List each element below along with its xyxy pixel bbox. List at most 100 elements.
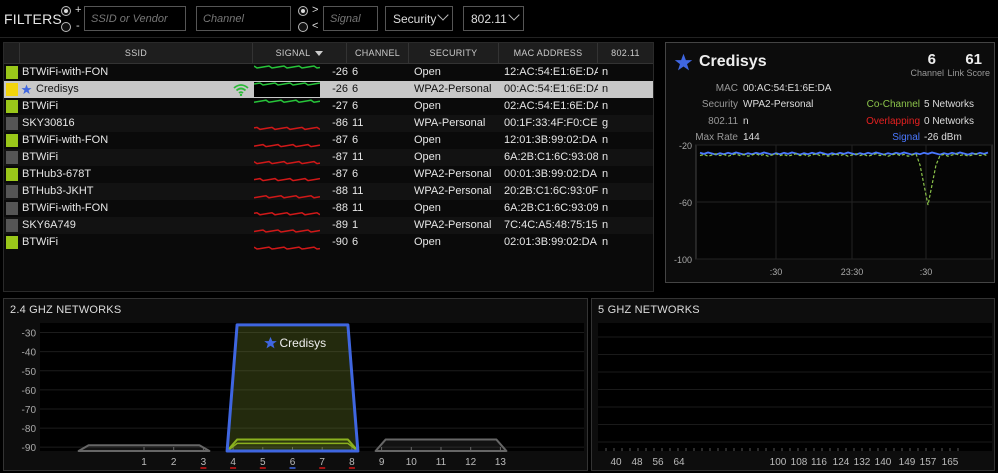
ssid-cell: SKY6A749 — [22, 219, 76, 231]
graph-x-tick: 23:30 — [841, 267, 864, 277]
signal-sparkline — [254, 126, 320, 131]
graph-x-tick: :30 — [920, 267, 933, 277]
mac-cell: 02:01:3B:99:02:DA — [504, 236, 597, 248]
mode-dropdown[interactable]: 802.11 — [463, 6, 524, 31]
network-table: SSID SIGNAL CHANNEL SECURITY MAC ADDRESS… — [3, 42, 654, 292]
mac-column-header[interactable]: MAC ADDRESS — [499, 43, 598, 64]
signal-cell: -26 — [332, 66, 348, 78]
channel-tick-label: 108 — [791, 457, 808, 468]
signal-header-label: SIGNAL — [275, 48, 311, 58]
table-row[interactable]: BTHub3-JKHT -88 11 WPA2-Personal 20:2B:C1:6C… — [4, 183, 653, 200]
table-row[interactable]: BTHub3-678T -87 6 WPA2-Personal 00:01:3B:99:… — [4, 166, 653, 183]
filters-label: FILTERS — [4, 11, 62, 27]
ssid-filter-input[interactable]: SSID or Vendor — [84, 6, 186, 31]
security-column-header[interactable]: SECURITY — [409, 43, 499, 64]
signal-sparkline — [254, 229, 320, 233]
ssid-cell: BTWiFi-with-FON — [22, 202, 109, 214]
security-cell: WPA2-Personal — [414, 185, 492, 197]
mode-cell: n — [602, 168, 609, 180]
channel-tick-label: 12 — [465, 457, 477, 468]
table-row[interactable]: SKY6A749 -89 1 WPA2-Personal 7C:4C:A5:48:75:… — [4, 217, 653, 234]
channel-filter-input[interactable]: Channel — [196, 6, 291, 31]
cochannel-value: 5 Networks — [924, 99, 975, 110]
sparkline-trace — [254, 212, 320, 216]
ssid-column-header[interactable]: SSID — [20, 43, 253, 64]
table-row[interactable]: SKY30816 -86 11 WPA-Personal 00:1F:33:4F:F0:… — [4, 115, 653, 132]
network-color-swatch — [6, 168, 18, 181]
channel-cell: 6 — [352, 100, 359, 112]
signal-sparkline — [254, 99, 320, 103]
signal-history-graph: -20 -60 -100:30 23:30:30 — [674, 141, 993, 277]
table-row[interactable]: BTWiFi -90 6 Open 02:01:3B:99:02:DA n — [4, 234, 653, 251]
band-y-tick: -80 — [22, 424, 37, 435]
band-5ghz-graph: 40 48 56 64 100 108 116 124 132 140 149 157 165 — [598, 323, 992, 468]
channel-cell: 6 — [352, 168, 359, 180]
network-color-swatch — [6, 83, 18, 96]
table-row[interactable]: BTWiFi-with-FON -26 6 Open 12:AC:54:E1:6E:DA… — [4, 64, 653, 81]
network-color-swatch — [6, 117, 18, 130]
channel-tick-label: 9 — [379, 457, 385, 468]
mode-cell: n — [602, 202, 609, 214]
signal-sparkline — [254, 177, 320, 182]
mode-cell: n — [602, 66, 609, 78]
band-y-tick: -90 — [22, 443, 37, 454]
signal-cell: -87 — [332, 168, 348, 180]
security-dropdown-label: Security — [393, 12, 437, 26]
channel-tick-label: 11 — [436, 457, 447, 468]
detail-security-value: WPA2-Personal — [743, 99, 814, 110]
table-row[interactable]: Credisys -26 6 WPA2-Personal 00:AC:54:E1:6E:… — [4, 81, 653, 98]
favorite-star-icon[interactable] — [674, 53, 693, 72]
channel-tick-label: 56 — [652, 457, 664, 468]
channel-tick-label: 40 — [610, 457, 622, 468]
security-cell: WPA2-Personal — [414, 168, 492, 180]
overlapping-value: 0 Networks — [924, 116, 975, 127]
sparkline-trace — [254, 143, 320, 148]
sparkline-trace — [254, 195, 320, 199]
include-radio[interactable] — [61, 6, 71, 16]
detail-mac-key: MAC — [715, 83, 738, 94]
exclude-radio[interactable] — [61, 22, 71, 32]
mac-cell: 20:2B:C1:6C:93:0F — [504, 185, 598, 197]
table-row[interactable]: BTWiFi-with-FON -88 11 Open 6A:2B:C1:6C:93:0… — [4, 200, 653, 217]
table-row[interactable]: BTWiFi -27 6 Open 02:AC:54:E1:6E:DA n — [4, 98, 653, 115]
mode-dropdown-label: 802.11 — [471, 12, 507, 26]
mode-cell: n — [602, 219, 609, 231]
signal-sparkline — [254, 195, 320, 199]
ssid-cell: BTWiFi-with-FON — [22, 66, 109, 78]
channel-column-header[interactable]: CHANNEL — [347, 43, 409, 64]
include-symbol: + — [75, 4, 82, 16]
ssid-cell: BTWiFi — [22, 151, 59, 163]
greater-symbol: > — [312, 4, 319, 16]
security-cell: Open — [414, 151, 441, 163]
channel-cell: 11 — [352, 151, 364, 163]
graph-y-tick: -100 — [674, 255, 692, 265]
signal-cell: -27 — [332, 100, 348, 112]
security-dropdown[interactable]: Security — [385, 6, 453, 31]
cochannel-key: Co-Channel — [866, 99, 920, 110]
filter-bar: FILTERS + - SSID or Vendor Channel > < S… — [0, 0, 998, 38]
network-channel-shape — [77, 444, 211, 452]
selected-network-label: Credisys — [280, 336, 327, 350]
signal-sparkline — [254, 82, 320, 97]
connected-wifi-icon — [233, 84, 249, 96]
channel-tick-label: 7 — [319, 457, 325, 468]
signal-less-radio[interactable] — [298, 22, 308, 32]
ssid-cell: Credisys — [36, 83, 79, 95]
channel-tick-label: 157 — [920, 457, 937, 468]
signal-greater-radio[interactable] — [298, 6, 308, 16]
network-detail-panel: Credisys 6 Channel 61 Link Score MAC 00:… — [665, 42, 995, 283]
sort-descending-icon — [315, 51, 324, 57]
channel-cell: 6 — [352, 236, 359, 248]
graph-y-tick: -60 — [679, 198, 692, 208]
graph-y-tick: -20 — [679, 141, 692, 151]
signal-column-header[interactable]: SIGNAL — [253, 43, 347, 64]
band-y-tick: -30 — [22, 329, 37, 340]
overlapping-key: Overlapping — [866, 116, 920, 127]
mode-column-header[interactable]: 802.11 — [598, 43, 653, 64]
table-row[interactable]: BTWiFi -87 11 Open 6A:2B:C1:6C:93:08 n — [4, 149, 653, 166]
table-row[interactable]: BTWiFi-with-FON -87 6 Open 12:01:3B:99:02:DA… — [4, 132, 653, 149]
favorite-star-icon[interactable] — [21, 84, 32, 95]
ssid-cell: BTHub3-JKHT — [22, 185, 94, 197]
signal-filter-input[interactable]: Signal — [323, 6, 378, 31]
sparkline-trace — [254, 177, 320, 182]
